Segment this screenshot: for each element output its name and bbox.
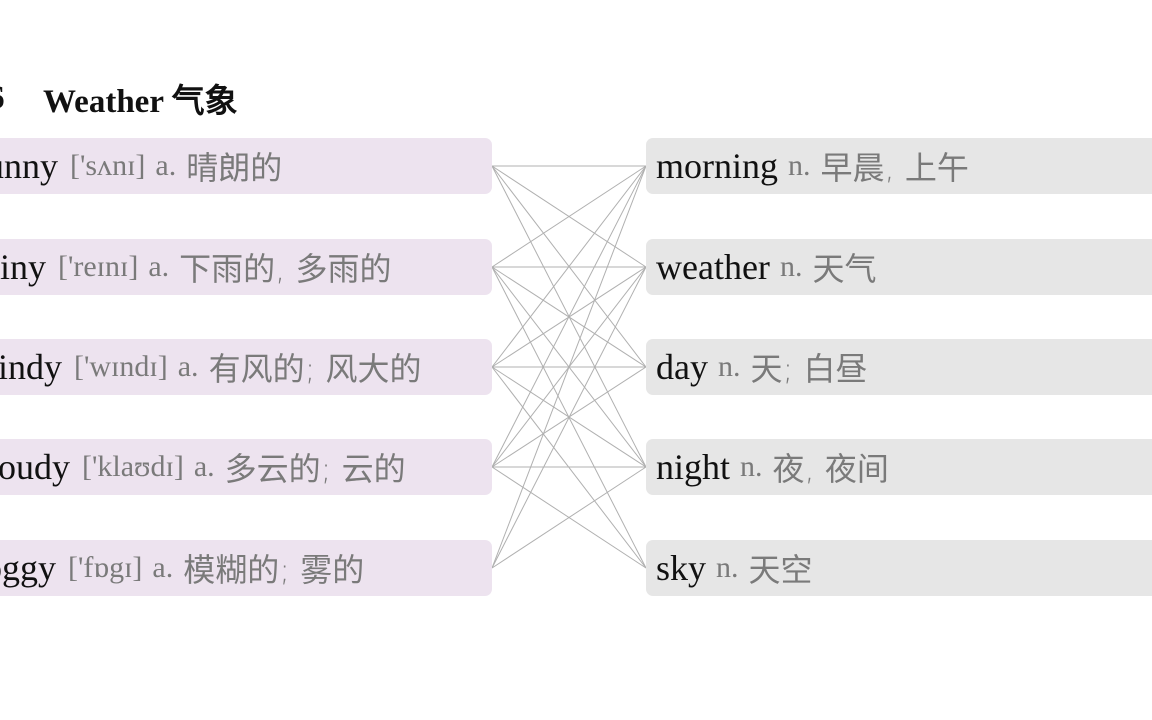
phonetic: ['sʌnɪ] xyxy=(70,149,146,182)
match-line xyxy=(491,366,647,468)
right-word-card[interactable]: day n. 天; 白昼 xyxy=(646,339,1152,395)
match-line xyxy=(491,266,647,368)
word: foggy xyxy=(0,548,56,588)
chinese-gloss: 天; 白昼 xyxy=(750,350,868,388)
word: day xyxy=(656,347,708,387)
part-of-speech: n. xyxy=(716,551,739,584)
right-word-card[interactable]: sky n. 天空 xyxy=(646,540,1152,596)
part-of-speech: a. xyxy=(155,149,177,182)
word: morning xyxy=(656,146,778,186)
part-of-speech: a. xyxy=(152,551,174,584)
match-line xyxy=(491,165,647,468)
match-line xyxy=(491,366,647,569)
word: rainy xyxy=(0,247,46,287)
match-line xyxy=(491,165,647,268)
part-of-speech: n. xyxy=(779,250,803,283)
chinese-gloss: 有风的; 风大的 xyxy=(208,350,422,388)
match-line xyxy=(491,466,647,569)
word: sky xyxy=(656,548,707,588)
phonetic: ['klaʊdɪ] xyxy=(81,450,184,483)
left-word-card[interactable]: rainy ['reɪnɪ] a. 下雨的, 多雨的 xyxy=(0,239,492,295)
left-word-card[interactable]: windy ['wɪndɪ] a. 有风的; 风大的 xyxy=(0,339,492,395)
match-line xyxy=(491,266,647,569)
chinese-gloss: 模糊的; 雾的 xyxy=(183,551,365,589)
phonetic: ['reɪnɪ] xyxy=(57,250,139,283)
match-line xyxy=(491,266,647,468)
part-of-speech: a. xyxy=(193,450,215,483)
phonetic: ['wɪndɪ] xyxy=(74,350,168,383)
left-word-card[interactable]: sunny ['sʌnɪ] a. 晴朗的 xyxy=(0,138,492,194)
right-word-card[interactable]: morning n. 早晨, 上午 xyxy=(646,138,1152,194)
chinese-gloss: 夜, 夜间 xyxy=(772,450,889,488)
chinese-gloss: 天气 xyxy=(812,250,877,288)
chinese-gloss: 晴朗的 xyxy=(186,149,283,187)
chinese-gloss: 多云的; 云的 xyxy=(224,450,406,488)
match-line xyxy=(491,466,647,569)
right-word-card[interactable]: night n. 夜, 夜间 xyxy=(646,439,1152,495)
part-of-speech: a. xyxy=(177,350,199,383)
left-word-card[interactable]: foggy ['fɒgɪ] a. 模糊的; 雾的 xyxy=(0,540,492,596)
right-word-card[interactable]: weather n. 天气 xyxy=(646,239,1152,295)
match-line xyxy=(491,165,647,268)
match-line xyxy=(491,165,647,569)
part-of-speech: n. xyxy=(788,149,811,182)
part-of-speech: n. xyxy=(717,350,741,383)
word: weather xyxy=(656,247,770,287)
part-of-speech: a. xyxy=(148,250,170,283)
match-line xyxy=(491,266,647,368)
word: night xyxy=(656,447,731,487)
match-line xyxy=(491,165,647,368)
match-line xyxy=(491,165,647,468)
section-heading: 6 Weather 气象 xyxy=(0,76,238,121)
word: windy xyxy=(0,347,62,387)
word: sunny xyxy=(0,146,59,186)
match-line xyxy=(491,165,647,368)
chinese-gloss: 天空 xyxy=(748,551,813,589)
section-number: 6 xyxy=(0,80,43,117)
section-title: Weather 气象 xyxy=(43,84,238,120)
chinese-gloss: 早晨, 上午 xyxy=(820,149,969,187)
chinese-gloss: 下雨的, 多雨的 xyxy=(179,250,392,288)
match-line xyxy=(491,366,647,468)
part-of-speech: n. xyxy=(740,450,763,483)
left-word-card[interactable]: cloudy ['klaʊdɪ] a. 多云的; 云的 xyxy=(0,439,492,495)
phonetic: ['fɒgɪ] xyxy=(68,551,143,584)
match-line xyxy=(491,266,647,468)
match-line xyxy=(491,266,647,569)
word: cloudy xyxy=(0,447,70,487)
